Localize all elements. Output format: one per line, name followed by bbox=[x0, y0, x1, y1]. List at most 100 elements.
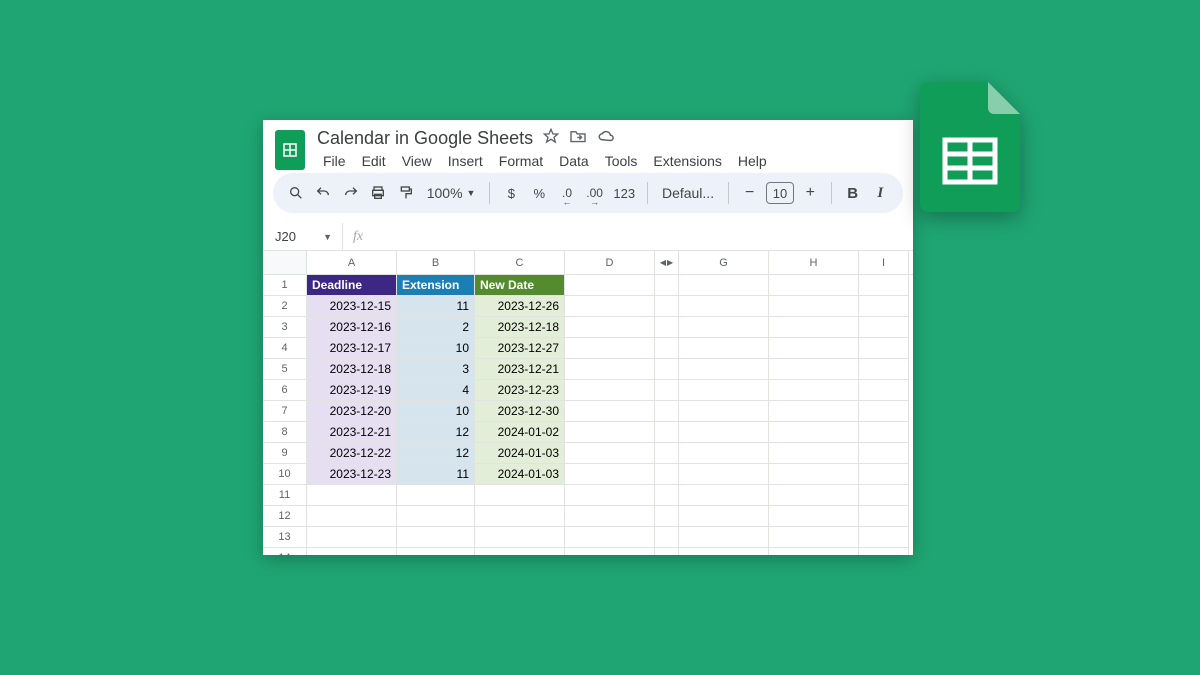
cell[interactable] bbox=[397, 548, 475, 555]
col-header-B[interactable]: B bbox=[397, 251, 475, 274]
cell[interactable] bbox=[859, 548, 909, 555]
select-all-corner[interactable] bbox=[263, 251, 307, 274]
cell[interactable]: 2023-12-15 bbox=[307, 296, 397, 317]
increase-decimal-icon[interactable]: .00→ bbox=[584, 181, 606, 205]
redo-icon[interactable] bbox=[340, 181, 362, 205]
cell[interactable] bbox=[769, 464, 859, 485]
cell[interactable] bbox=[769, 422, 859, 443]
cell[interactable] bbox=[475, 548, 565, 555]
cell[interactable]: 2023-12-18 bbox=[475, 317, 565, 338]
menu-tools[interactable]: Tools bbox=[599, 151, 644, 171]
cell[interactable] bbox=[307, 506, 397, 527]
cell[interactable] bbox=[859, 380, 909, 401]
move-icon[interactable] bbox=[569, 129, 587, 148]
cell[interactable]: 11 bbox=[397, 296, 475, 317]
font-select[interactable]: Defaul...▼ bbox=[658, 185, 718, 201]
font-size-increase[interactable]: + bbox=[800, 181, 822, 205]
row-header[interactable]: 2 bbox=[263, 296, 307, 317]
cell-B1[interactable]: Extension bbox=[397, 275, 475, 296]
cell[interactable]: 2 bbox=[397, 317, 475, 338]
cell[interactable]: 2023-12-23 bbox=[475, 380, 565, 401]
cell[interactable]: 2023-12-16 bbox=[307, 317, 397, 338]
row-header[interactable]: 13 bbox=[263, 527, 307, 548]
number-format-button[interactable]: 123 bbox=[611, 181, 637, 205]
cell[interactable] bbox=[565, 338, 655, 359]
cell[interactable] bbox=[769, 443, 859, 464]
cell[interactable] bbox=[859, 401, 909, 422]
cell[interactable] bbox=[475, 485, 565, 506]
cell[interactable] bbox=[397, 506, 475, 527]
cell[interactable] bbox=[769, 506, 859, 527]
cell[interactable] bbox=[679, 317, 769, 338]
cell[interactable]: 10 bbox=[397, 401, 475, 422]
col-header-A[interactable]: A bbox=[307, 251, 397, 274]
cell[interactable] bbox=[859, 338, 909, 359]
cloud-status-icon[interactable] bbox=[597, 129, 615, 148]
cell[interactable] bbox=[769, 296, 859, 317]
cell[interactable] bbox=[769, 548, 859, 555]
cell[interactable] bbox=[565, 317, 655, 338]
cell[interactable] bbox=[769, 401, 859, 422]
cell[interactable] bbox=[565, 548, 655, 555]
menu-edit[interactable]: Edit bbox=[356, 151, 392, 171]
cell[interactable] bbox=[565, 380, 655, 401]
row-header[interactable]: 1 bbox=[263, 275, 307, 296]
font-size-input[interactable]: 10 bbox=[766, 182, 793, 204]
cell[interactable] bbox=[859, 443, 909, 464]
cell[interactable] bbox=[679, 275, 769, 296]
cell[interactable]: 2023-12-17 bbox=[307, 338, 397, 359]
cell[interactable] bbox=[307, 548, 397, 555]
cell[interactable] bbox=[565, 401, 655, 422]
cell[interactable] bbox=[679, 401, 769, 422]
cell[interactable] bbox=[679, 548, 769, 555]
cell[interactable] bbox=[859, 296, 909, 317]
cell[interactable] bbox=[679, 359, 769, 380]
menu-extensions[interactable]: Extensions bbox=[647, 151, 727, 171]
cell[interactable]: 2023-12-21 bbox=[475, 359, 565, 380]
cell[interactable] bbox=[679, 422, 769, 443]
zoom-select[interactable]: 100%▼ bbox=[423, 185, 480, 201]
cell[interactable]: 11 bbox=[397, 464, 475, 485]
menu-file[interactable]: File bbox=[317, 151, 352, 171]
cell[interactable] bbox=[679, 464, 769, 485]
cell[interactable] bbox=[859, 317, 909, 338]
row-header[interactable]: 8 bbox=[263, 422, 307, 443]
row-header[interactable]: 6 bbox=[263, 380, 307, 401]
hidden-columns-indicator[interactable]: ◀▶ bbox=[655, 251, 679, 274]
cell[interactable] bbox=[769, 527, 859, 548]
cell[interactable] bbox=[475, 527, 565, 548]
cell[interactable]: 2023-12-30 bbox=[475, 401, 565, 422]
cell[interactable]: 2023-12-21 bbox=[307, 422, 397, 443]
cell[interactable] bbox=[565, 527, 655, 548]
row-header[interactable]: 10 bbox=[263, 464, 307, 485]
cell[interactable]: 12 bbox=[397, 443, 475, 464]
cell[interactable]: 2023-12-23 bbox=[307, 464, 397, 485]
paint-format-icon[interactable] bbox=[395, 181, 417, 205]
cell[interactable] bbox=[769, 485, 859, 506]
cell[interactable] bbox=[397, 485, 475, 506]
cell[interactable] bbox=[565, 275, 655, 296]
row-header[interactable]: 7 bbox=[263, 401, 307, 422]
currency-button[interactable]: $ bbox=[500, 181, 522, 205]
cell[interactable]: 2023-12-20 bbox=[307, 401, 397, 422]
cell[interactable] bbox=[859, 485, 909, 506]
cell-A1[interactable]: Deadline bbox=[307, 275, 397, 296]
menu-data[interactable]: Data bbox=[553, 151, 595, 171]
row-header[interactable]: 3 bbox=[263, 317, 307, 338]
cell[interactable] bbox=[397, 527, 475, 548]
cell[interactable] bbox=[679, 506, 769, 527]
cell[interactable] bbox=[859, 422, 909, 443]
row-header[interactable]: 14 bbox=[263, 548, 307, 555]
sheets-doc-icon[interactable] bbox=[275, 130, 305, 170]
cell[interactable] bbox=[307, 485, 397, 506]
cell[interactable] bbox=[307, 527, 397, 548]
cell[interactable]: 2024-01-03 bbox=[475, 464, 565, 485]
col-header-D[interactable]: D bbox=[565, 251, 655, 274]
row-header[interactable]: 12 bbox=[263, 506, 307, 527]
cell[interactable] bbox=[679, 380, 769, 401]
row-header[interactable]: 11 bbox=[263, 485, 307, 506]
menu-help[interactable]: Help bbox=[732, 151, 773, 171]
cell[interactable] bbox=[475, 506, 565, 527]
cell[interactable]: 2023-12-18 bbox=[307, 359, 397, 380]
cell-C1[interactable]: New Date bbox=[475, 275, 565, 296]
